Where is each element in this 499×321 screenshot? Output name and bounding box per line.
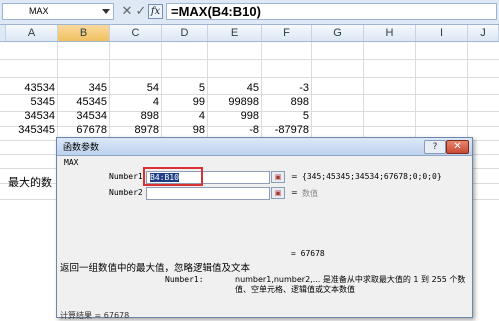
dialog-title: 函数参数	[63, 143, 100, 153]
column-header-f[interactable]: F	[262, 25, 312, 41]
range-select-icon[interactable]: ▣	[271, 171, 285, 183]
formula-bar: MAX ✕ ✓ fx =MAX(B4:B10)	[0, 0, 499, 25]
help-arg-text: number1,number2,... 是准备从中求取最大值的 1 到 255 …	[235, 275, 466, 294]
column-header-g[interactable]: G	[312, 25, 364, 41]
function-arguments-dialog: 函数参数 ? ✕ MAX Number1 B4:B10 ▣ = {345;453…	[56, 137, 473, 320]
label-cell-max[interactable]: 最大的数	[8, 174, 52, 190]
function-name: MAX	[64, 158, 79, 167]
equals-sign: =	[291, 172, 298, 181]
function-description: 返回一组数值中的最大值，忽略逻辑值及文本	[60, 263, 251, 274]
range-select-icon[interactable]: ▣	[271, 187, 285, 199]
arg-label-number2: Number2	[109, 188, 143, 197]
chevron-down-icon[interactable]	[102, 9, 110, 14]
equals-sign: =	[291, 188, 298, 197]
name-box-value: MAX	[29, 6, 49, 16]
column-header-i[interactable]: I	[416, 25, 468, 41]
column-header-e[interactable]: E	[208, 25, 262, 41]
column-header-j[interactable]: J	[468, 25, 499, 41]
number2-input[interactable]	[146, 187, 270, 200]
formula-result-label: 计算结果 = 67678	[60, 311, 130, 320]
cell-e7[interactable]: -8	[208, 122, 262, 138]
function-result: = 67678	[291, 249, 325, 258]
cell-b7[interactable]: 67678	[58, 122, 110, 138]
highlight-box	[143, 167, 203, 186]
column-header-b[interactable]: B	[58, 25, 110, 41]
cell-c7[interactable]: 8978	[110, 122, 162, 138]
name-box[interactable]: MAX	[2, 3, 114, 20]
arg-label-number1: Number1	[109, 172, 143, 181]
confirm-icon[interactable]: ✓	[134, 4, 148, 19]
column-headers: A B C D E F G H I J	[0, 25, 499, 42]
help-button[interactable]: ?	[424, 140, 446, 154]
formula-text: =MAX(B4:B10)	[171, 4, 261, 19]
column-header-c[interactable]: C	[110, 25, 162, 41]
dialog-titlebar[interactable]: 函数参数 ? ✕	[57, 138, 472, 156]
column-header-d[interactable]: D	[162, 25, 208, 41]
number2-result: 数值	[302, 189, 318, 198]
formula-input[interactable]: =MAX(B4:B10)	[166, 3, 497, 20]
column-header-h[interactable]: H	[364, 25, 416, 41]
close-button[interactable]: ✕	[446, 140, 469, 154]
cell-d7[interactable]: 98	[162, 122, 208, 138]
column-header-a[interactable]: A	[6, 25, 58, 41]
cancel-icon[interactable]: ✕	[120, 4, 134, 19]
number1-result: {345;45345;34534;67678;0;0;0}	[302, 172, 442, 181]
cell-f7[interactable]: -87978	[262, 122, 312, 138]
cell-a7[interactable]: 345345	[6, 122, 58, 138]
insert-function-button[interactable]: fx	[148, 4, 163, 19]
help-arg-name: Number1:	[165, 275, 204, 284]
